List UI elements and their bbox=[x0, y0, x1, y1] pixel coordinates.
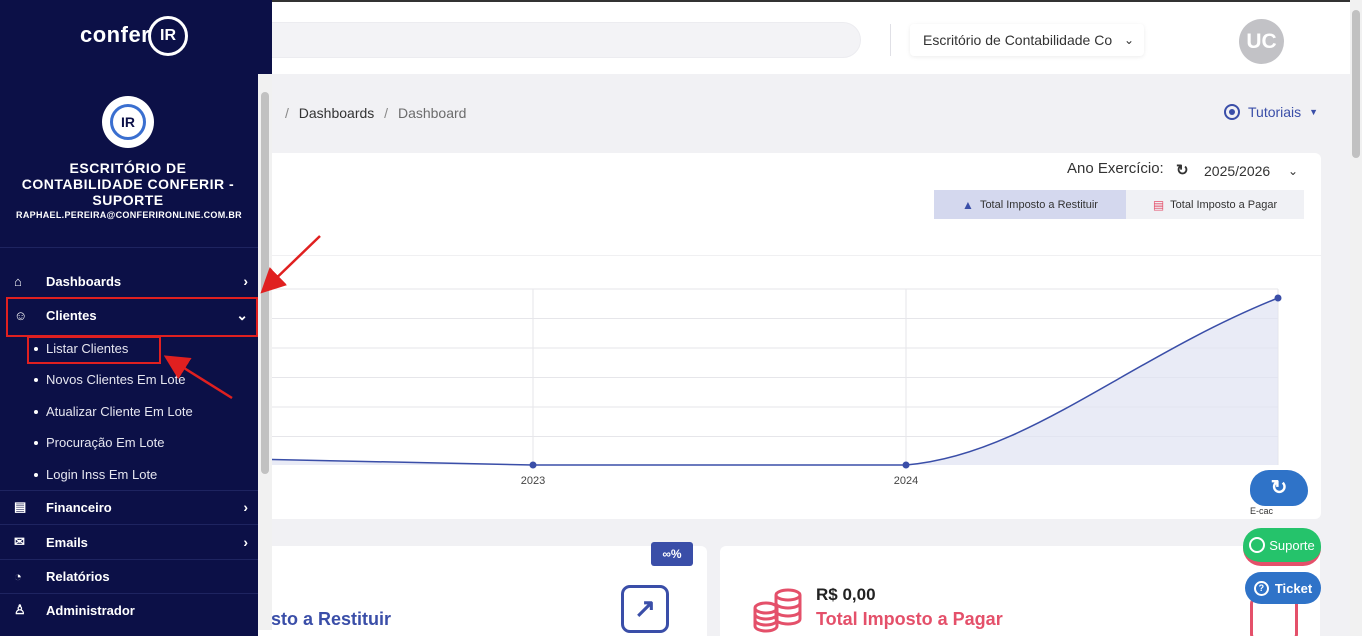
annotation-arrows bbox=[163, 235, 321, 400]
annotation-arrow-listar bbox=[163, 355, 233, 400]
annotation-arrow-clientes bbox=[260, 235, 321, 294]
